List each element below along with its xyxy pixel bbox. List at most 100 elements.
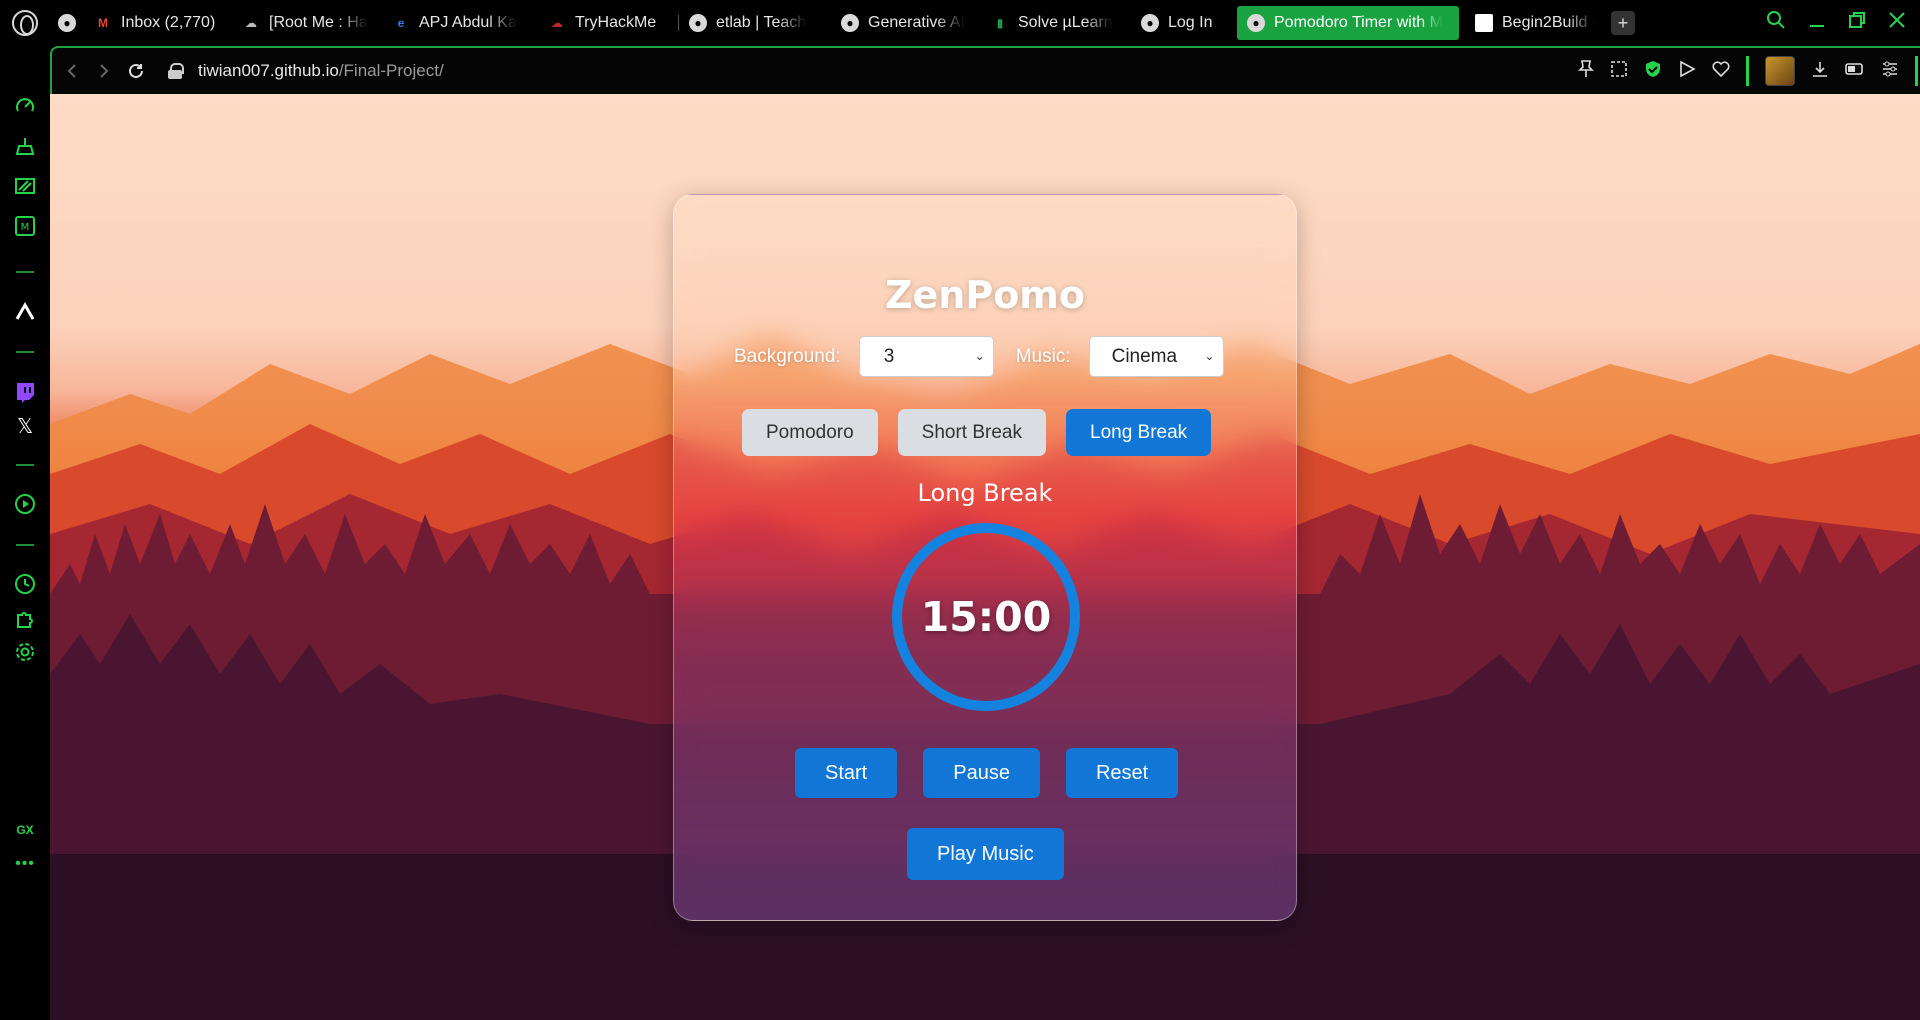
restore-icon[interactable] [1848, 11, 1866, 35]
heart-icon[interactable] [1712, 60, 1730, 83]
more-icon[interactable]: ••• [13, 852, 37, 876]
url-field[interactable]: tiwian007.github.io/Final-Project/ [198, 61, 444, 81]
tab-strip: ● M Inbox (2,770) ☁ [Root Me : Ha e APJ Abdul… [0, 0, 1920, 46]
tab-8[interactable]: ● Log In [1131, 0, 1231, 46]
profile-avatar[interactable] [1765, 56, 1795, 86]
long-break-mode-button[interactable]: Long Break [1066, 409, 1212, 456]
app-title: ZenPomo [884, 273, 1086, 317]
new-tab-button[interactable]: + [1611, 11, 1635, 35]
opera-gx-menu-icon[interactable] [0, 0, 50, 46]
pomodoro-card: ZenPomo Background: 3 ⌄ Music: Cinema ⌄ … [673, 194, 1297, 921]
history-clock-icon[interactable] [13, 572, 37, 596]
mode-tabs: Pomodoro Short Break Long Break [742, 409, 1212, 456]
rootme-icon: ☁ [245, 16, 257, 30]
toolbar-edge-accent [1915, 56, 1918, 86]
snapshot-icon[interactable] [1610, 60, 1628, 83]
forward-icon[interactable] [88, 63, 120, 79]
globe-icon: ● [689, 14, 707, 32]
tab-label: APJ Abdul Ka [419, 14, 517, 31]
messenger-m-icon[interactable]: M [13, 214, 37, 238]
tab-label: Generative AI [868, 14, 965, 31]
gx-cleaner-icon[interactable] [13, 134, 37, 158]
tab-label: Begin2Build - [1502, 14, 1595, 31]
battery-saver-icon[interactable] [1845, 60, 1865, 83]
chevron-down-icon: ⌄ [1200, 349, 1215, 363]
x-twitter-icon[interactable]: 𝕏 [13, 414, 37, 438]
short-break-mode-button[interactable]: Short Break [897, 409, 1046, 456]
send-icon[interactable] [1678, 60, 1696, 83]
music-label: Music: [1015, 345, 1071, 367]
svg-text:M: M [21, 222, 30, 233]
pomodoro-mode-button[interactable]: Pomodoro [742, 409, 878, 456]
gx-label[interactable]: GX [13, 818, 37, 842]
settings-row: Background: 3 ⌄ Music: Cinema ⌄ [734, 336, 1224, 377]
tab-7[interactable]: ▮ Solve µLearn [981, 0, 1131, 46]
page-icon [1475, 14, 1493, 32]
close-icon[interactable] [1888, 11, 1906, 35]
tab-label: [Root Me : Ha [269, 14, 368, 31]
globe-icon: ● [1247, 14, 1265, 32]
edge-icon: e [397, 16, 405, 30]
sidebar-divider [16, 464, 34, 466]
toolbar-actions [1578, 56, 1920, 86]
toolbar-divider [1746, 56, 1749, 86]
sidebar-divider [16, 271, 34, 273]
tab-label: TryHackMe [575, 14, 657, 31]
globe-icon: ● [58, 14, 76, 32]
tab-5[interactable]: ● etlab | Teach [679, 0, 831, 46]
music-select[interactable]: Cinema ⌄ [1088, 336, 1224, 377]
vpn-shield-icon[interactable] [1644, 60, 1662, 83]
extensions-icon[interactable] [13, 606, 37, 630]
tryhackme-icon: ☁ [551, 16, 563, 30]
tab-list: M Inbox (2,770) ☁ [Root Me : Ha e APJ Abdul K… [84, 0, 1231, 46]
chevron-down-icon: ⌄ [974, 349, 985, 363]
tab-active[interactable]: ● Pomodoro Timer with M [1237, 6, 1459, 40]
tab-6[interactable]: ● Generative AI [831, 0, 981, 46]
tab-3[interactable]: e APJ Abdul Ka [382, 0, 538, 46]
background-select[interactable]: 3 ⌄ [858, 336, 994, 377]
timer-display: 15:00 [920, 593, 1052, 641]
background-select-value: 3 [883, 345, 895, 367]
gx-corner-icon[interactable] [13, 174, 37, 198]
tab-2[interactable]: ☁ [Root Me : Ha [232, 0, 382, 46]
back-icon[interactable] [56, 63, 88, 79]
download-icon[interactable] [1811, 60, 1829, 83]
url-host: tiwian007.github.io [198, 61, 339, 80]
reset-button[interactable]: Reset [1065, 748, 1179, 798]
sidebar-divider [16, 351, 34, 353]
window-controls [1766, 10, 1920, 36]
mulearn-icon: ▮ [996, 16, 1004, 30]
sidebar-divider [16, 544, 34, 546]
play-music-button[interactable]: Play Music [907, 828, 1064, 880]
twitch-icon[interactable] [13, 380, 37, 404]
reload-icon[interactable] [120, 62, 152, 80]
lock-icon[interactable] [168, 63, 184, 79]
globe-icon: ● [841, 14, 859, 32]
tab-label: etlab | Teach [716, 14, 807, 31]
gx-control-icon[interactable] [13, 94, 37, 118]
easy-setup-icon[interactable] [1881, 60, 1899, 83]
tab-begin2build[interactable]: Begin2Build - [1465, 0, 1605, 46]
pin-icon[interactable] [1578, 59, 1594, 83]
search-tabs-icon[interactable] [1766, 10, 1786, 36]
aria-icon[interactable] [13, 300, 37, 324]
url-path: /Final-Project/ [338, 61, 444, 80]
sidebar: M 𝕏 GX ••• [0, 46, 50, 1020]
settings-gear-icon[interactable] [13, 640, 37, 664]
pause-button[interactable]: Pause [923, 748, 1040, 798]
tab-1[interactable]: M Inbox (2,770) [84, 0, 232, 46]
background-label: Background: [734, 345, 841, 367]
start-button[interactable]: Start [795, 748, 898, 798]
timer-ring: 15:00 [892, 523, 1080, 711]
tab-label: Pomodoro Timer with M [1274, 14, 1443, 31]
minimize-icon[interactable] [1808, 11, 1826, 35]
tab-label: Solve µLearn [1018, 14, 1113, 31]
tab-4[interactable]: ☁ TryHackMe [538, 0, 678, 46]
globe-icon: ● [1141, 14, 1159, 32]
player-icon[interactable] [13, 492, 37, 516]
timer-actions: Start Pause Reset [795, 748, 1179, 798]
speed-dial-tab[interactable]: ● [50, 0, 84, 46]
address-bar: tiwian007.github.io/Final-Project/ [50, 46, 1920, 94]
tab-label: Log In [1168, 14, 1213, 31]
music-select-value: Cinema [1111, 345, 1178, 367]
